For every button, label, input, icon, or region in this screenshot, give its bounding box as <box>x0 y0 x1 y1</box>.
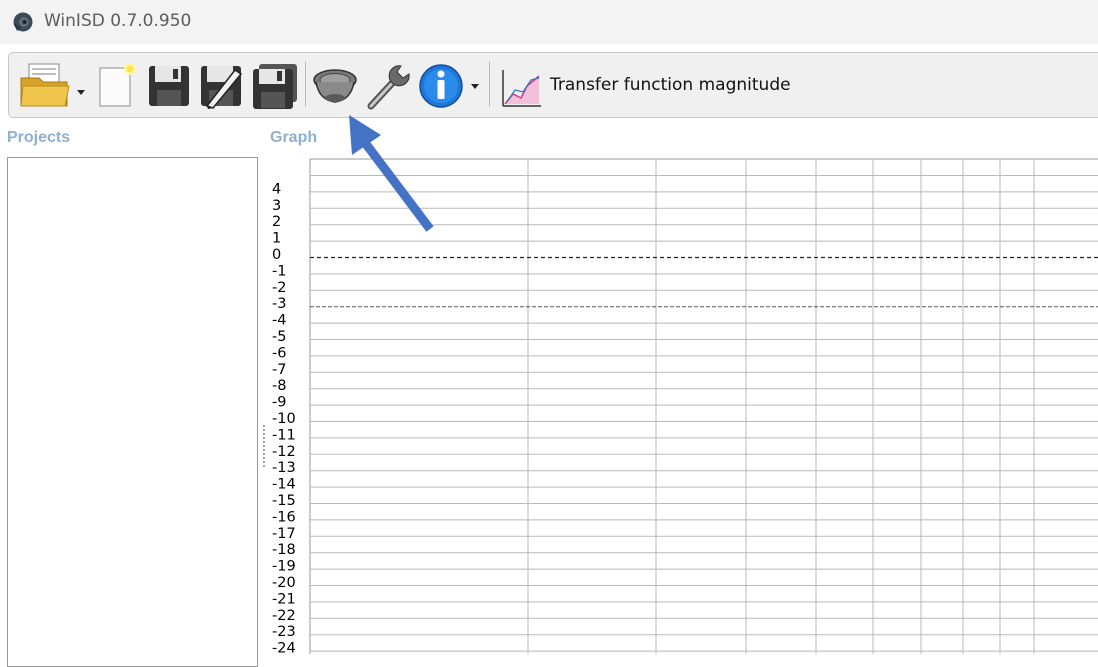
save-as-button[interactable] <box>199 62 243 110</box>
y-tick-label: -21 <box>272 591 296 607</box>
y-tick-label: -10 <box>272 411 296 427</box>
toolbar-separator <box>489 61 490 107</box>
y-tick-label: -9 <box>272 395 286 411</box>
y-tick-label: -23 <box>272 624 296 640</box>
y-tick-label: -1 <box>272 263 286 279</box>
y-tick-label: -11 <box>272 427 296 443</box>
about-button[interactable] <box>419 62 491 110</box>
new-document-icon <box>99 63 136 107</box>
projects-list[interactable] <box>7 157 258 667</box>
graph-area: 43210-1-2-3-4-5-6-7-8-9-10-11-12-13-14-1… <box>272 158 1098 654</box>
open-project-button[interactable] <box>19 62 89 110</box>
window-title: WinISD 0.7.0.950 <box>44 11 192 31</box>
new-project-button[interactable] <box>97 62 137 110</box>
dropdown-chevron-icon <box>471 84 479 89</box>
y-tick-label: -4 <box>272 313 286 329</box>
chart-icon <box>502 70 541 107</box>
y-tick-label: -18 <box>272 542 296 558</box>
graph-label: Graph <box>270 129 318 146</box>
open-folder-icon <box>20 63 85 107</box>
save-button[interactable] <box>147 62 191 110</box>
y-tick-label: -12 <box>272 444 296 460</box>
driver-editor-button[interactable] <box>311 62 359 110</box>
save-all-button[interactable] <box>251 62 299 110</box>
y-tick-label: -22 <box>272 608 296 624</box>
reference-lines <box>310 256 1098 308</box>
y-tick-label: -14 <box>272 477 296 493</box>
y-tick-label: -24 <box>272 641 296 654</box>
speaker-app-icon <box>13 12 33 32</box>
y-tick-label: -16 <box>272 509 296 525</box>
y-tick-label: 3 <box>272 198 281 214</box>
projects-label: Projects <box>7 129 71 146</box>
info-icon <box>419 64 479 108</box>
y-tick-label: -13 <box>272 460 296 476</box>
floppy-disk-icon <box>149 66 189 106</box>
y-tick-label: -8 <box>272 378 286 394</box>
dropdown-chevron-icon <box>77 90 85 95</box>
title-bar: WinISD 0.7.0.950 <box>0 0 1098 44</box>
y-tick-label: -19 <box>272 559 296 575</box>
graph-grid <box>309 158 1098 654</box>
y-tick-label: -3 <box>272 296 286 312</box>
y-tick-label: 2 <box>272 214 281 230</box>
y-tick-label: -2 <box>272 280 286 296</box>
y-tick-label: -6 <box>272 345 286 361</box>
y-tick-label: 0 <box>272 247 281 263</box>
y-tick-label: 4 <box>272 181 281 197</box>
floppy-disk-stack-icon <box>253 64 297 109</box>
y-tick-label: -7 <box>272 362 286 378</box>
y-tick-label: 1 <box>272 231 281 247</box>
y-axis-ticks: 43210-1-2-3-4-5-6-7-8-9-10-11-12-13-14-1… <box>272 181 296 654</box>
y-tick-label: -17 <box>272 526 296 542</box>
main-toolbar: Transfer function magnitude <box>8 52 1098 118</box>
graph-type-label: Transfer function magnitude <box>550 75 791 95</box>
floppy-pencil-icon <box>201 66 243 109</box>
y-tick-label: -20 <box>272 575 296 591</box>
options-button[interactable] <box>365 62 413 110</box>
speaker-driver-icon <box>313 69 357 103</box>
toolbar-separator <box>305 61 306 107</box>
y-tick-label: -15 <box>272 493 296 509</box>
wrench-icon <box>367 65 410 110</box>
y-tick-label: -5 <box>272 329 286 345</box>
